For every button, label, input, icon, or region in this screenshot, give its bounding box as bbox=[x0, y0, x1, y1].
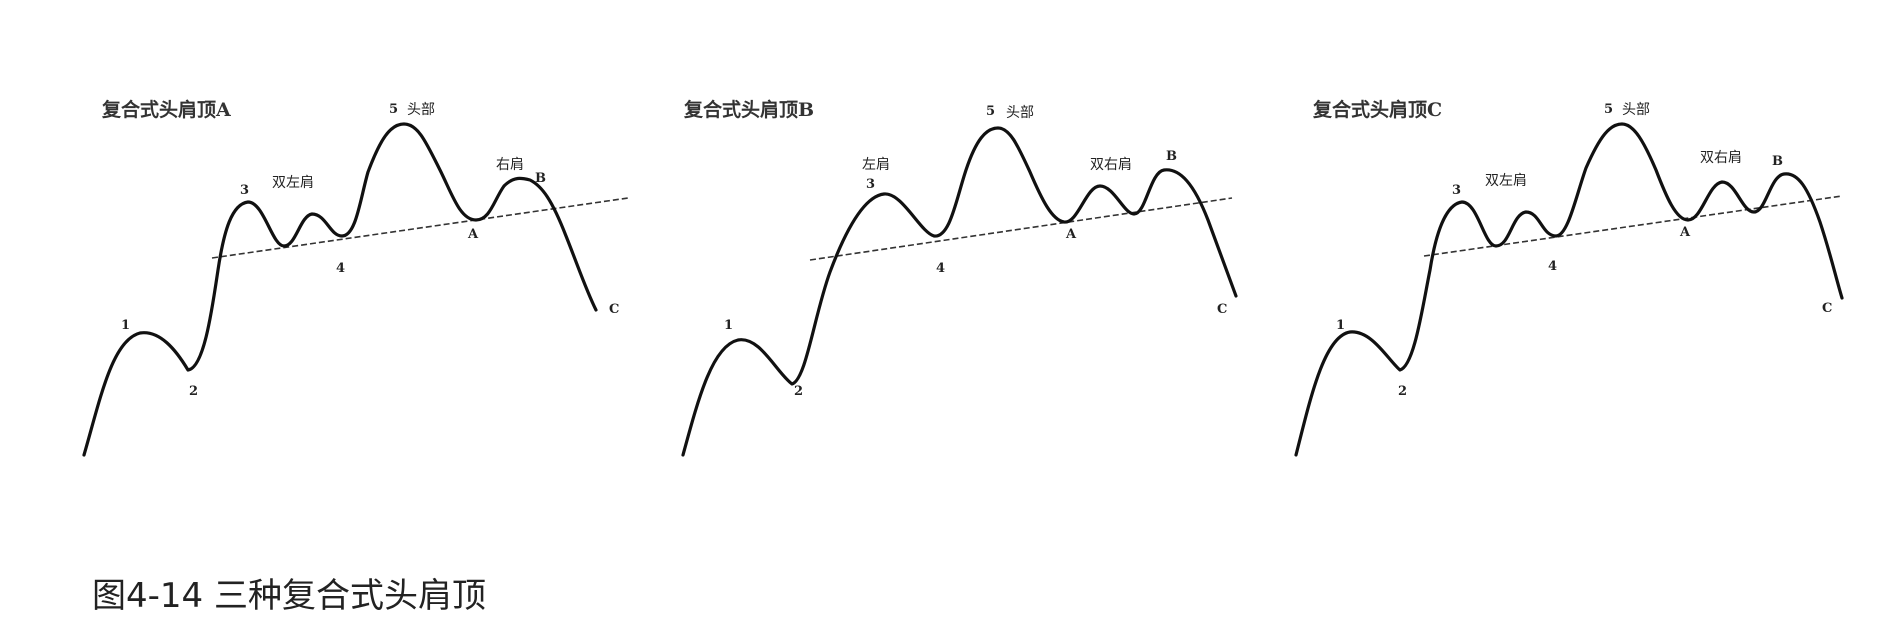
panel-b-point-1: 1 bbox=[724, 318, 733, 333]
panel-b-left-shoulder-label: 左肩 bbox=[862, 157, 890, 173]
panel-a-point-2: 2 bbox=[189, 384, 198, 399]
panel-a-title: 复合式头肩顶A bbox=[101, 98, 231, 121]
panel-b-point-c: C bbox=[1217, 302, 1227, 317]
panel-a-point-3: 3 bbox=[240, 183, 249, 198]
panel-c-title: 复合式头肩顶C bbox=[1312, 98, 1442, 121]
panel-c-point-1: 1 bbox=[1336, 318, 1345, 333]
panel-c-point-4: 4 bbox=[1548, 259, 1557, 274]
panel-b-point-5: 5 bbox=[986, 104, 995, 119]
panel-c-price-line bbox=[1294, 122, 1844, 457]
panel-a-right-shoulder-label: 右肩 bbox=[496, 157, 524, 173]
panel-b-price-line bbox=[681, 126, 1238, 457]
panel-a-price-line bbox=[82, 122, 598, 457]
panel-a-point-5: 5 bbox=[389, 102, 398, 117]
panel-c-right-shoulder-label: 双右肩 bbox=[1700, 150, 1742, 166]
panel-a: 复合式头肩顶A 1 2 3 4 5 头部 双左肩 右肩 A B C bbox=[82, 98, 629, 457]
panel-a-neckline bbox=[211, 197, 629, 259]
figure-caption: 图4-14 三种复合式头肩顶 bbox=[92, 576, 486, 616]
panel-b: 复合式头肩顶B 1 2 3 4 5 头部 左肩 双右肩 A B C bbox=[681, 98, 1238, 457]
panel-c-point-5: 5 bbox=[1604, 102, 1613, 117]
panel-b-head-label: 头部 bbox=[1006, 105, 1034, 121]
panel-c-point-c: C bbox=[1822, 301, 1832, 316]
panel-b-point-a: A bbox=[1065, 227, 1077, 242]
panel-b-neckline bbox=[809, 197, 1233, 261]
panel-b-title: 复合式头肩顶B bbox=[683, 98, 814, 121]
panel-c-neckline bbox=[1423, 195, 1843, 257]
panel-a-left-shoulder-label: 双左肩 bbox=[272, 175, 314, 191]
panel-b-point-2: 2 bbox=[794, 384, 803, 399]
panel-a-head-label: 头部 bbox=[407, 102, 435, 118]
panel-a-point-c: C bbox=[609, 302, 619, 317]
panel-c-left-shoulder-label: 双左肩 bbox=[1485, 173, 1527, 189]
panel-c-point-a: A bbox=[1679, 225, 1691, 240]
panel-c: 复合式头肩顶C 1 2 3 4 5 头部 双左肩 双右肩 A B C bbox=[1294, 98, 1844, 457]
panel-c-head-label: 头部 bbox=[1622, 102, 1650, 118]
figure: 复合式头肩顶A 1 2 3 4 5 头部 双左肩 右肩 A B C 复合式头肩顶… bbox=[82, 98, 1844, 457]
panel-c-point-b: B bbox=[1772, 154, 1783, 169]
panel-a-point-1: 1 bbox=[121, 318, 130, 333]
panel-b-point-b: B bbox=[1166, 149, 1177, 164]
panel-a-point-4: 4 bbox=[336, 261, 345, 276]
panel-b-right-shoulder-label: 双右肩 bbox=[1090, 157, 1132, 173]
panel-a-point-a: A bbox=[467, 227, 479, 242]
panel-c-point-2: 2 bbox=[1398, 384, 1407, 399]
panel-c-point-3: 3 bbox=[1452, 183, 1461, 198]
panel-a-point-b: B bbox=[535, 171, 546, 186]
panel-b-point-3: 3 bbox=[866, 177, 875, 192]
panel-b-point-4: 4 bbox=[936, 261, 945, 276]
